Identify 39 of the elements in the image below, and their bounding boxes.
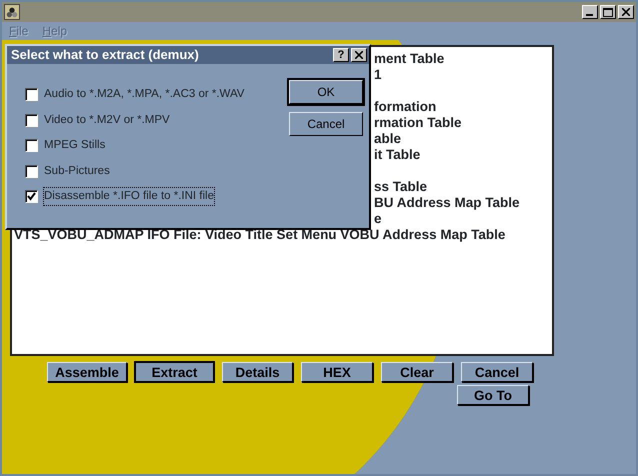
maximize-icon <box>603 8 613 16</box>
checkbox[interactable] <box>25 114 38 127</box>
checkbox[interactable] <box>25 88 38 102</box>
action-button[interactable]: Clear <box>381 362 453 382</box>
list-item: VTS_VOBU_ADMAP IFO File: Video Title Set Menu VOBU Address Map Table <box>14 227 506 243</box>
help-button[interactable]: ? <box>333 48 349 62</box>
close-icon <box>355 51 363 60</box>
action-button[interactable]: Assemble <box>47 362 127 382</box>
checkbox[interactable] <box>25 164 38 178</box>
app-icon <box>4 4 20 20</box>
dialog-button[interactable]: OK <box>289 80 363 104</box>
checkbox-label: Audio to *.M2A, *.MPA, *.AC3 or *.WAV <box>44 87 244 102</box>
close-icon <box>622 8 630 16</box>
checkbox-label: Sub-Pictures <box>44 164 110 179</box>
list-item: formation <box>374 99 438 115</box>
list-item: e <box>374 211 383 227</box>
dialog-title: Select what to extract (demux) <box>11 46 199 64</box>
dialog-button[interactable]: Cancel <box>289 112 363 136</box>
checkbox-label: Video to *.M2V or *.MPV <box>44 112 170 128</box>
list-item: BU Address Map Table <box>374 195 521 211</box>
dialog-close-button[interactable] <box>351 48 367 62</box>
go-to-button[interactable]: Go To <box>457 385 529 405</box>
action-button[interactable]: Details <box>222 362 293 382</box>
list-item: rmation Table <box>374 115 463 131</box>
action-button[interactable]: Extract <box>135 362 214 382</box>
list-item: ss Table <box>374 179 428 195</box>
checkbox[interactable] <box>25 139 38 152</box>
maximize-button[interactable] <box>600 5 616 19</box>
action-button[interactable]: Cancel <box>461 362 533 382</box>
close-button[interactable] <box>618 5 634 19</box>
list-item: able <box>374 131 402 147</box>
list-item: it Table <box>374 147 422 163</box>
checkbox[interactable] <box>25 190 38 204</box>
list-item: ment Table <box>374 51 446 67</box>
action-button[interactable]: HEX <box>301 362 373 382</box>
checkbox-label: MPEG Stills <box>44 138 106 154</box>
checkbox-label: Disassemble *.IFO file to *.INI file <box>44 188 214 206</box>
list-item: 1 <box>374 67 383 83</box>
minimize-button[interactable] <box>582 5 598 19</box>
